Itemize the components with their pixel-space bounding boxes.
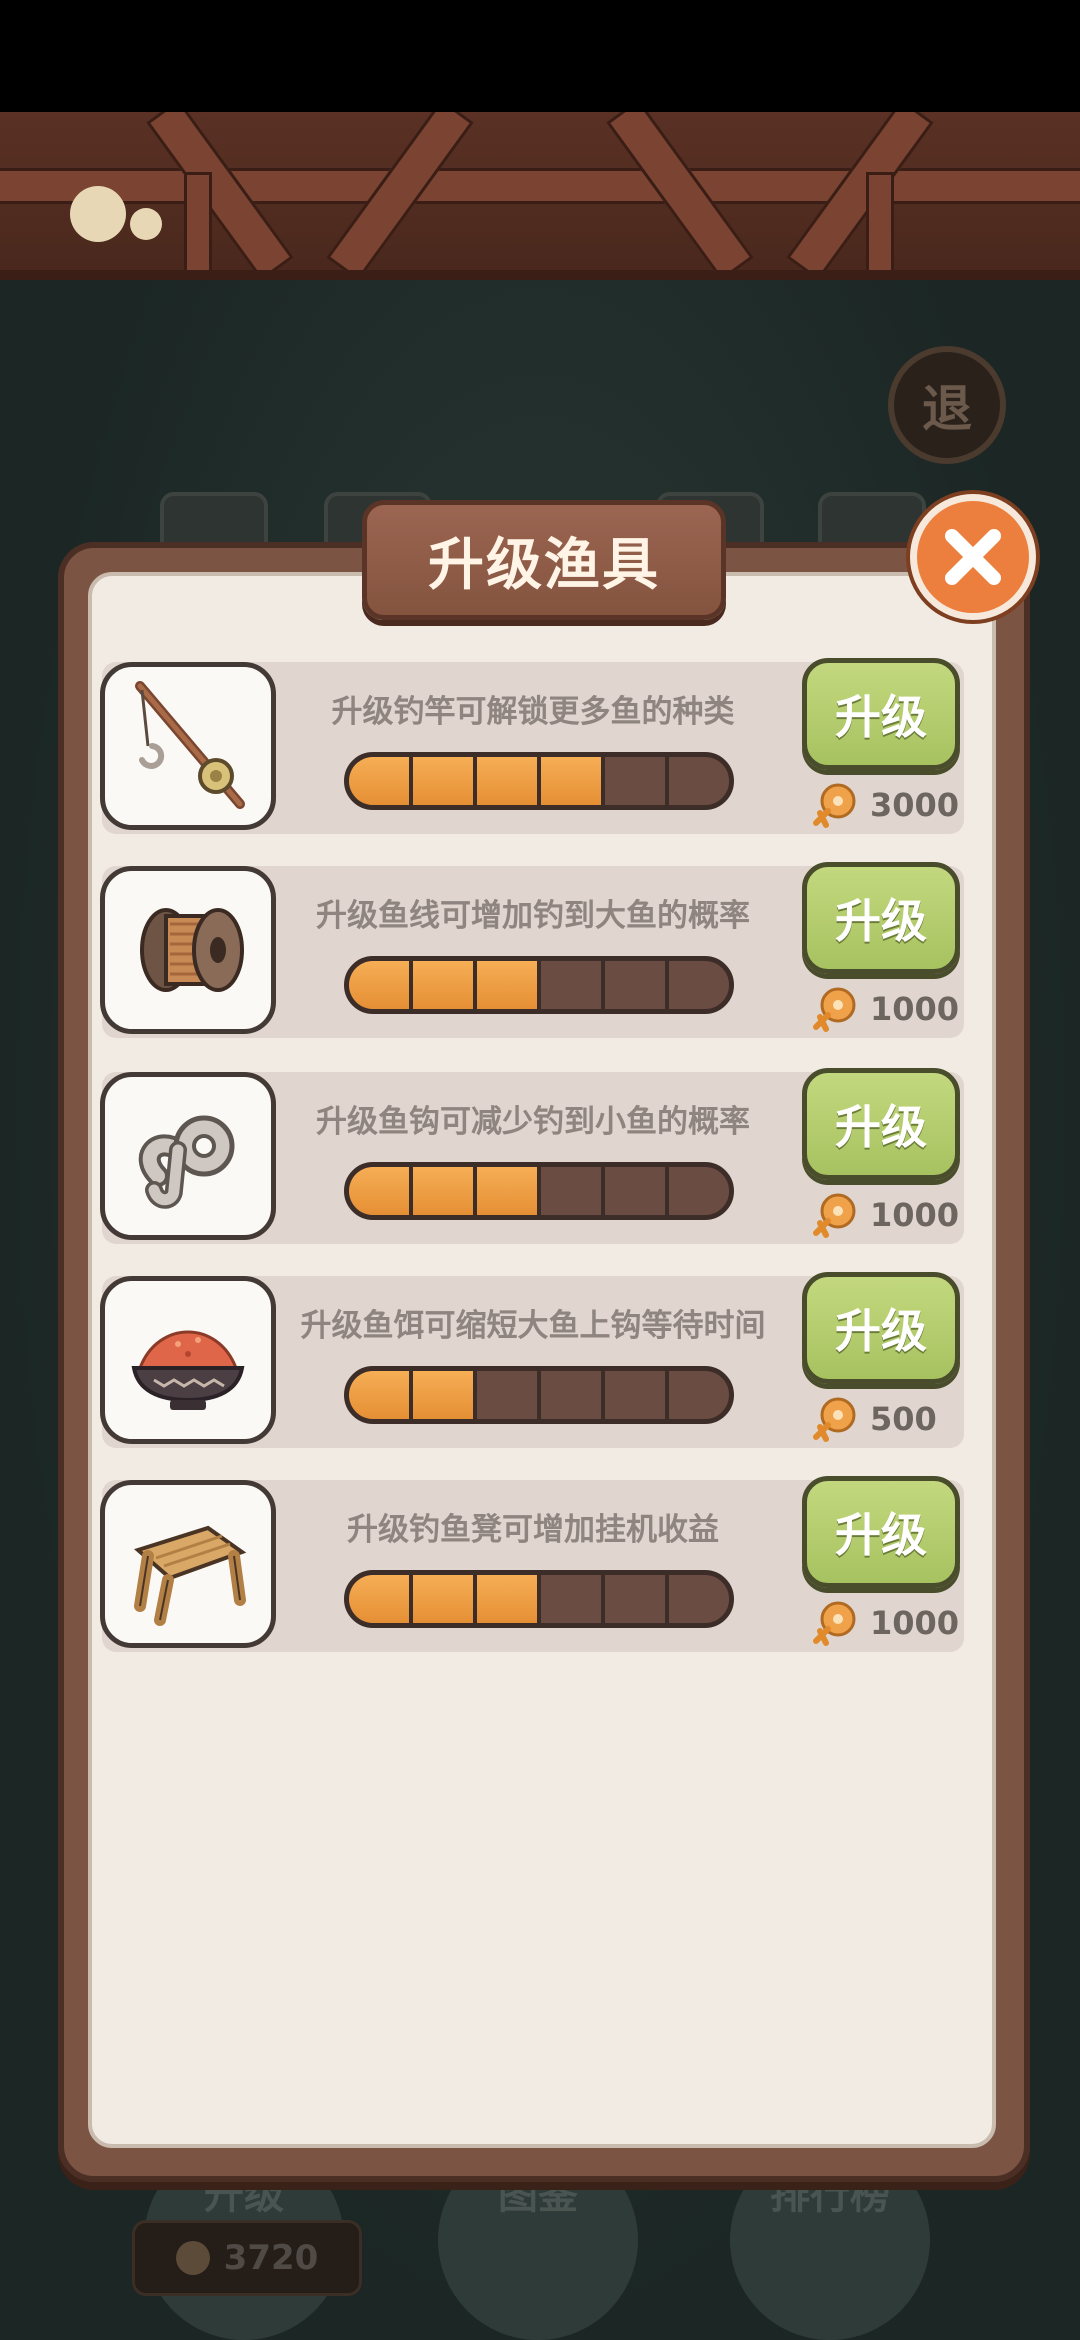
fish-coin-icon [175,2241,210,2275]
level-segment-filled [349,1167,413,1215]
upgrade-button[interactable]: 升级 [802,658,960,770]
level-segment-filled [477,1575,541,1623]
upgrade-level-bar [344,752,734,810]
level-segment-empty [477,1371,541,1419]
fishing-stool-icon [100,1480,276,1648]
fishing-line-spool-icon [100,866,276,1034]
fish-coin-icon [813,783,856,828]
exit-label: 退 [922,380,972,438]
level-segment-filled [349,1575,413,1623]
level-segment-filled [349,1371,413,1419]
level-segment-empty [605,1371,669,1419]
upgrade-cost: 3000 [810,780,970,830]
level-segment-empty [669,1167,729,1215]
upgrade-item-row: 升级鱼饵可缩短大鱼上钩等待时间 升级 500 [100,1272,964,1448]
level-segment-empty [605,1575,669,1623]
level-segment-filled [477,757,541,805]
level-segment-filled [477,1167,541,1215]
upgrade-button[interactable]: 升级 [802,1272,960,1384]
upgrade-cost-value: 1000 [870,1196,960,1234]
fish-coin-icon [813,987,856,1032]
level-segment-empty [669,961,729,1009]
upgrade-item-row: 升级钓鱼凳可增加挂机收益 升级 1000 [100,1476,964,1652]
upgrade-item-row: 升级鱼线可增加钓到大鱼的概率 升级 1000 [100,862,964,1038]
upgrade-description: 升级鱼线可增加钓到大鱼的概率 [316,898,750,934]
level-segment-filled [413,1371,477,1419]
level-segment-filled [349,961,413,1009]
level-segment-empty [669,1371,729,1419]
upgrade-item-row: 升级钓竿可解锁更多鱼的种类 升级 3000 [100,658,964,834]
upgrade-item-row: 升级鱼钩可减少钓到小鱼的概率 升级 1000 [100,1068,964,1244]
coin-balance: 3720 [132,2220,362,2296]
level-segment-empty [541,1167,605,1215]
upgrade-button-label: 升级 [835,1508,927,1562]
level-segment-filled [413,757,477,805]
chick-icon [70,186,126,242]
upgrade-cost: 1000 [810,1598,970,1648]
modal-title: 升级渔具 [428,532,660,598]
upgrade-description: 升级鱼饵可缩短大鱼上钩等待时间 [300,1308,766,1344]
fish-coin-icon [813,1397,856,1442]
upgrade-description: 升级钓鱼凳可增加挂机收益 [347,1512,719,1548]
exit-button[interactable]: 退 [888,346,1006,464]
upgrade-button-label: 升级 [835,1100,927,1154]
upgrade-level-bar [344,1366,734,1424]
level-segment-empty [605,961,669,1009]
level-segment-filled [541,757,605,805]
level-segment-empty [541,961,605,1009]
close-icon [945,529,1001,585]
level-segment-empty [541,1575,605,1623]
chick-icon [130,208,162,240]
level-segment-empty [605,1167,669,1215]
upgrade-level-bar [344,1162,734,1220]
level-segment-empty [669,1575,729,1623]
level-segment-empty [605,757,669,805]
level-segment-empty [669,757,729,805]
upgrade-button[interactable]: 升级 [802,862,960,974]
upgrade-button[interactable]: 升级 [802,1068,960,1180]
level-segment-filled [413,1575,477,1623]
upgrade-cost: 1000 [810,984,970,1034]
fish-bait-bowl-icon [100,1276,276,1444]
fish-coin-icon [813,1601,856,1646]
upgrade-description: 升级钓竿可解锁更多鱼的种类 [331,694,735,730]
upgrade-button-label: 升级 [835,690,927,744]
upgrade-button-label: 升级 [835,894,927,948]
fish-coin-icon [813,1193,856,1238]
wooden-roof [0,112,1080,280]
level-segment-filled [413,1167,477,1215]
fish-hook-icon [100,1072,276,1240]
upgrade-level-bar [344,956,734,1014]
fishing-rod-icon [100,662,276,830]
level-segment-filled [413,961,477,1009]
upgrade-button-label: 升级 [835,1304,927,1358]
status-bar [0,0,1080,112]
level-segment-filled [349,757,413,805]
level-segment-filled [477,961,541,1009]
upgrade-cost-value: 1000 [870,1604,960,1642]
level-segment-empty [541,1371,605,1419]
upgrade-cost: 1000 [810,1190,970,1240]
upgrade-cost-value: 500 [870,1400,937,1438]
upgrade-level-bar [344,1570,734,1628]
upgrade-cost-value: 3000 [870,786,960,824]
upgrade-cost-value: 1000 [870,990,960,1028]
upgrade-description: 升级鱼钩可减少钓到小鱼的概率 [316,1104,750,1140]
modal-title-plate: 升级渔具 [362,500,726,620]
close-button[interactable] [910,494,1036,620]
upgrade-cost: 500 [810,1394,970,1444]
coin-balance-value: 3720 [223,2238,319,2278]
upgrade-button[interactable]: 升级 [802,1476,960,1588]
